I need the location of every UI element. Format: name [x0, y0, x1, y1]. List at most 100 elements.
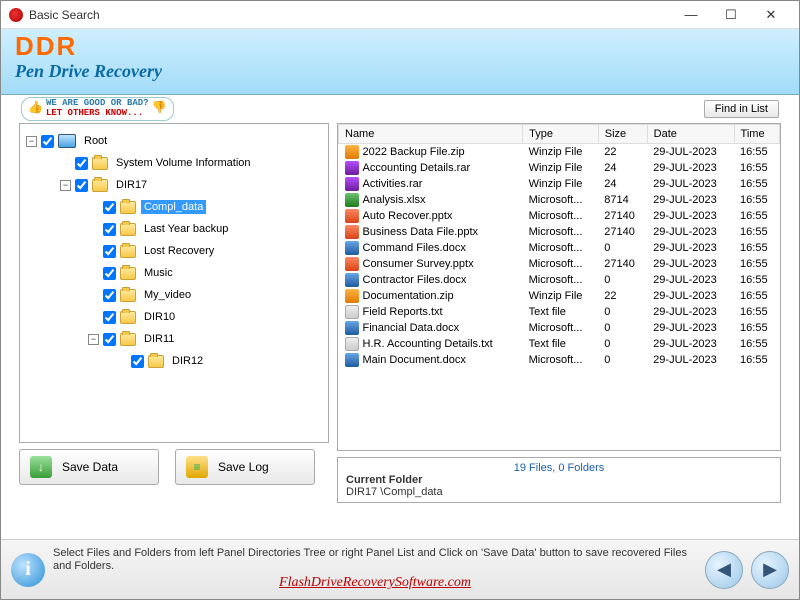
table-row[interactable]: Command Files.docxMicrosoft...029-JUL-20… [339, 240, 780, 256]
save-log-button[interactable]: Save Log [175, 449, 315, 485]
tree-node[interactable]: Music [24, 262, 324, 284]
maximize-button[interactable]: ☐ [711, 2, 751, 28]
file-time: 16:55 [734, 320, 779, 336]
tree-checkbox[interactable] [103, 311, 116, 324]
file-date: 29-JUL-2023 [647, 192, 734, 208]
next-button[interactable]: ▶ [751, 551, 789, 589]
window-title: Basic Search [29, 8, 671, 22]
directory-tree[interactable]: − Root System Volume Information − DIR17 Co… [19, 123, 329, 443]
file-time: 16:55 [734, 304, 779, 320]
table-row[interactable]: H.R. Accounting Details.txtText file029-… [339, 336, 780, 352]
action-row: Save Data Save Log [19, 443, 329, 485]
tree-checkbox[interactable] [131, 355, 144, 368]
table-row[interactable]: Financial Data.docxMicrosoft...029-JUL-2… [339, 320, 780, 336]
table-row[interactable]: Field Reports.txtText file029-JUL-202316… [339, 304, 780, 320]
tree-label: DIR10 [141, 310, 178, 324]
tree-node[interactable]: − DIR17 [24, 174, 324, 196]
tree-node[interactable]: System Volume Information [24, 152, 324, 174]
footer-brand: FlashDriveRecoverySoftware.com [53, 575, 697, 592]
file-type: Microsoft... [523, 240, 599, 256]
tree-label: Last Year backup [141, 222, 231, 236]
file-size: 0 [598, 352, 647, 368]
pptx-file-icon [345, 209, 359, 223]
minimize-button[interactable]: — [671, 2, 711, 28]
close-button[interactable]: ✕ [751, 2, 791, 28]
tree-label: Music [141, 266, 176, 280]
table-row[interactable]: Consumer Survey.pptxMicrosoft...2714029-… [339, 256, 780, 272]
folder-icon [120, 267, 136, 280]
tree-checkbox[interactable] [103, 333, 116, 346]
col-time[interactable]: Time [734, 125, 779, 144]
file-time: 16:55 [734, 224, 779, 240]
folder-icon [120, 289, 136, 302]
file-time: 16:55 [734, 352, 779, 368]
tree-node[interactable]: Last Year backup [24, 218, 324, 240]
file-type: Winzip File [523, 176, 599, 192]
save-data-button[interactable]: Save Data [19, 449, 159, 485]
docx-file-icon [345, 353, 359, 367]
file-list[interactable]: Name Type Size Date Time 2022 Backup Fil… [337, 123, 781, 451]
tree-checkbox[interactable] [103, 223, 116, 236]
file-name: Consumer Survey.pptx [363, 258, 474, 270]
file-size: 22 [598, 144, 647, 161]
table-row[interactable]: Documentation.zipWinzip File2229-JUL-202… [339, 288, 780, 304]
file-date: 29-JUL-2023 [647, 352, 734, 368]
prev-button[interactable]: ◀ [705, 551, 743, 589]
expander-icon[interactable]: − [88, 334, 99, 345]
col-name[interactable]: Name [339, 125, 523, 144]
titlebar: Basic Search — ☐ ✕ [1, 1, 799, 29]
app-header: DDR Pen Drive Recovery [1, 29, 799, 95]
tree-checkbox[interactable] [41, 135, 54, 148]
footer-text: Select Files and Folders from left Panel… [53, 547, 697, 592]
table-row[interactable]: Auto Recover.pptxMicrosoft...2714029-JUL… [339, 208, 780, 224]
table-row[interactable]: Business Data File.pptxMicrosoft...27140… [339, 224, 780, 240]
tree-node[interactable]: Lost Recovery [24, 240, 324, 262]
tree-label: System Volume Information [113, 156, 254, 170]
tree-label: DIR17 [113, 178, 150, 192]
rar-file-icon [345, 161, 359, 175]
table-row[interactable]: Main Document.docxMicrosoft...029-JUL-20… [339, 352, 780, 368]
table-row[interactable]: Contractor Files.docxMicrosoft...029-JUL… [339, 272, 780, 288]
table-row[interactable]: 2022 Backup File.zipWinzip File2229-JUL-… [339, 144, 780, 161]
find-in-list-button[interactable]: Find in List [704, 100, 779, 118]
tree-checkbox[interactable] [75, 157, 88, 170]
status-panel: 19 Files, 0 Folders Current Folder DIR17… [337, 457, 781, 503]
expander-icon[interactable]: − [60, 180, 71, 191]
toolbar: 👍 WE ARE GOOD OR BAD? LET OTHERS KNOW...… [1, 95, 799, 123]
col-date[interactable]: Date [647, 125, 734, 144]
feedback-badge[interactable]: 👍 WE ARE GOOD OR BAD? LET OTHERS KNOW...… [21, 97, 174, 121]
tree-node[interactable]: My_video [24, 284, 324, 306]
file-date: 29-JUL-2023 [647, 240, 734, 256]
expander-icon[interactable]: − [26, 136, 37, 147]
tree-label: Lost Recovery [141, 244, 217, 258]
thumb-down-icon: 👎 [152, 102, 167, 115]
tree-node[interactable]: DIR12 [24, 350, 324, 372]
file-date: 29-JUL-2023 [647, 144, 734, 161]
table-row[interactable]: Activities.rarWinzip File2429-JUL-202316… [339, 176, 780, 192]
tree-checkbox[interactable] [75, 179, 88, 192]
tree-node[interactable]: Compl_data [24, 196, 324, 218]
tree-checkbox[interactable] [103, 267, 116, 280]
file-date: 29-JUL-2023 [647, 208, 734, 224]
info-icon: i [11, 553, 45, 587]
file-date: 29-JUL-2023 [647, 256, 734, 272]
tree-checkbox[interactable] [103, 289, 116, 302]
file-name: Auto Recover.pptx [363, 210, 453, 222]
tree-checkbox[interactable] [103, 245, 116, 258]
file-name: Activities.rar [363, 178, 423, 190]
tree-root[interactable]: − Root [24, 130, 324, 152]
file-size: 0 [598, 240, 647, 256]
app-icon [9, 8, 23, 22]
tree-node[interactable]: DIR10 [24, 306, 324, 328]
table-row[interactable]: Analysis.xlsxMicrosoft...871429-JUL-2023… [339, 192, 780, 208]
file-type: Microsoft... [523, 320, 599, 336]
current-folder-path: DIR17 \Compl_data [346, 486, 772, 498]
txt-file-icon [345, 337, 359, 351]
table-row[interactable]: Accounting Details.rarWinzip File2429-JU… [339, 160, 780, 176]
file-size: 0 [598, 336, 647, 352]
file-date: 29-JUL-2023 [647, 176, 734, 192]
tree-checkbox[interactable] [103, 201, 116, 214]
col-type[interactable]: Type [523, 125, 599, 144]
tree-node[interactable]: −DIR11 [24, 328, 324, 350]
col-size[interactable]: Size [598, 125, 647, 144]
